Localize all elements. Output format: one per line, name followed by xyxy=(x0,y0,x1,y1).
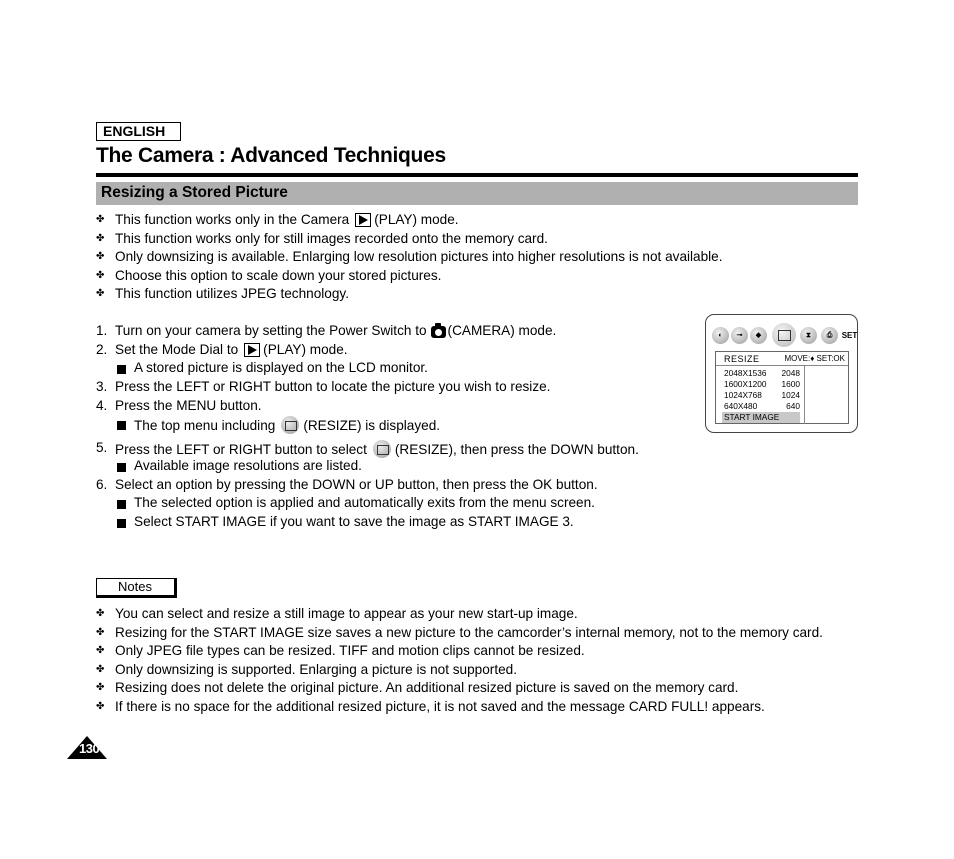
step-text: (PLAY) mode. xyxy=(263,342,348,357)
language-badge: ENGLISH xyxy=(96,122,181,141)
intro-bullet-text: (PLAY) mode. xyxy=(374,212,459,227)
bullet-icon: ✤ xyxy=(96,608,105,619)
step-text: Turn on your camera by setting the Power… xyxy=(115,323,427,338)
step-item: Press the LEFT or RIGHT button to select… xyxy=(115,440,639,458)
step-item: Turn on your camera by setting the Power… xyxy=(115,323,556,339)
bullet-icon: ✤ xyxy=(96,701,105,712)
bullet-icon: ✤ xyxy=(96,682,105,693)
note-item: Resizing does not delete the original pi… xyxy=(115,680,739,695)
lcd-divider xyxy=(804,366,805,424)
step-number: 5. xyxy=(96,440,108,455)
intro-bullet: This function works only in the Camera (P… xyxy=(115,212,459,228)
section-title: Resizing a Stored Picture xyxy=(101,184,288,201)
timer-icon: ⧗ xyxy=(800,327,817,344)
lcd-option-value: 1600 xyxy=(781,379,800,389)
step-number: 2. xyxy=(96,342,108,357)
page-number-text: 130 xyxy=(79,741,100,756)
step-text: The top menu including xyxy=(134,418,276,433)
note-item: If there is no space for the additional … xyxy=(115,699,765,714)
lcd-option-res: START IMAGE xyxy=(724,412,780,422)
lcd-top-menu: ◐ ⊸ ◆ ⧗ ⎙ SET xyxy=(712,323,857,347)
lcd-option-res: 1600X1200 xyxy=(724,379,767,389)
lcd-resize-menu: RESIZE MOVE:♦ SET:OK 2048X1536 2048 1600… xyxy=(715,351,849,424)
page-title: The Camera : Advanced Techniques xyxy=(96,144,446,167)
lcd-option-value: 2048 xyxy=(781,368,800,378)
set-icon: SET xyxy=(841,331,858,340)
lcd-option-value: 1024 xyxy=(781,390,800,400)
play-icon xyxy=(355,213,372,227)
section-header: Resizing a Stored Picture xyxy=(96,182,858,205)
lcd-option-selected: START IMAGE xyxy=(722,412,800,423)
step-subnote: A stored picture is displayed on the LCD… xyxy=(134,360,428,375)
dpad-icon: ◆ xyxy=(750,327,767,344)
square-bullet-icon xyxy=(117,519,126,528)
step-subnote: The selected option is applied and autom… xyxy=(134,495,595,510)
intro-bullet: Choose this option to scale down your st… xyxy=(115,268,442,283)
square-bullet-icon xyxy=(117,463,126,472)
camera-icon xyxy=(430,323,446,338)
lcd-menu-title: RESIZE xyxy=(724,354,760,364)
step-text: Set the Mode Dial to xyxy=(115,342,239,357)
bullet-icon: ✤ xyxy=(96,233,105,244)
step-text: (RESIZE) is displayed. xyxy=(303,418,441,433)
step-number: 4. xyxy=(96,398,108,413)
bullet-icon: ✤ xyxy=(96,270,105,281)
step-text: (RESIZE), then press the DOWN button. xyxy=(394,442,639,457)
note-item: Only JPEG file types can be resized. TIF… xyxy=(115,643,585,658)
lcd-option: 1024X768 1024 xyxy=(724,390,800,401)
lcd-option-res: 1024X768 xyxy=(724,390,762,400)
note-item: You can select and resize a still image … xyxy=(115,606,578,621)
bullet-icon: ✤ xyxy=(96,214,105,225)
resize-icon xyxy=(281,416,300,434)
step-number: 6. xyxy=(96,477,108,492)
lcd-option: 2048X1536 2048 xyxy=(724,368,800,379)
step-subnote: Available image resolutions are listed. xyxy=(134,458,362,473)
lcd-option: 1600X1200 1600 xyxy=(724,379,800,390)
lcd-option: 640X480 640 xyxy=(724,401,800,412)
step-number: 3. xyxy=(96,379,108,394)
key-icon: ⊸ xyxy=(731,327,748,344)
step-item: Press the LEFT or RIGHT button to locate… xyxy=(115,379,551,394)
intro-bullet-text: This function works only in the Camera xyxy=(115,212,350,227)
lcd-option-res: 2048X1536 xyxy=(724,368,767,378)
lcd-option-value: 640 xyxy=(786,401,800,411)
step-subnote: The top menu including (RESIZE) is displa… xyxy=(134,416,440,434)
step-item: Press the MENU button. xyxy=(115,398,262,413)
bullet-icon: ✤ xyxy=(96,251,105,262)
lcd-menu-hint: MOVE:♦ SET:OK xyxy=(784,354,845,363)
lcd-menu-illustration: ◐ ⊸ ◆ ⧗ ⎙ SET RESIZE MOVE:♦ SET:OK 2048X… xyxy=(705,314,858,433)
intro-bullet: This function works only for still image… xyxy=(115,231,548,246)
step-subnote: Select START IMAGE if you want to save t… xyxy=(134,514,574,529)
print-icon: ⎙ xyxy=(821,327,838,344)
square-bullet-icon xyxy=(117,365,126,374)
step-item: Set the Mode Dial to (PLAY) mode. xyxy=(115,342,348,358)
bullet-icon: ✤ xyxy=(96,627,105,638)
resize-icon xyxy=(372,440,391,458)
square-bullet-icon xyxy=(117,500,126,509)
lcd-option-res: 640X480 xyxy=(724,401,758,411)
page-number: 130 xyxy=(67,736,107,759)
step-number: 1. xyxy=(96,323,108,338)
bullet-icon: ✤ xyxy=(96,645,105,656)
note-item: Only downsizing is supported. Enlarging … xyxy=(115,662,517,677)
mode-icon: ◐ xyxy=(712,327,729,344)
step-text: (CAMERA) mode. xyxy=(447,323,557,338)
notes-label: Notes xyxy=(96,578,177,598)
step-text: Press the LEFT or RIGHT button to select xyxy=(115,442,367,457)
bullet-icon: ✤ xyxy=(96,664,105,675)
title-divider xyxy=(96,173,858,177)
square-bullet-icon xyxy=(117,421,126,430)
intro-bullet: Only downsizing is available. Enlarging … xyxy=(115,249,723,264)
note-item: Resizing for the START IMAGE size saves … xyxy=(115,625,823,640)
bullet-icon: ✤ xyxy=(96,288,105,299)
lcd-menu-header: RESIZE MOVE:♦ SET:OK xyxy=(716,352,848,366)
step-item: Select an option by pressing the DOWN or… xyxy=(115,477,598,492)
resize-icon xyxy=(772,323,796,347)
intro-bullet: This function utilizes JPEG technology. xyxy=(115,286,349,301)
play-icon xyxy=(244,343,261,357)
